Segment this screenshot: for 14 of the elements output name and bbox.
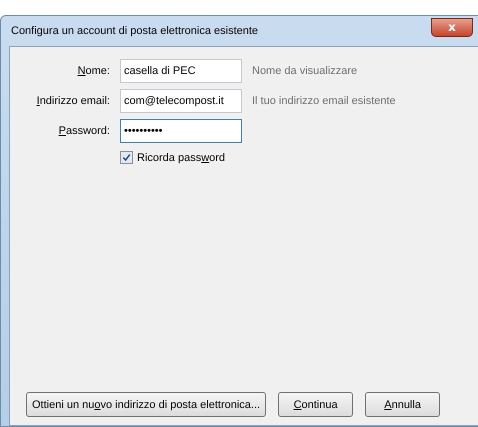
checkmark-icon [122,153,131,162]
dialog-button[interactable]: Annulla [365,392,440,417]
dialog-button[interactable]: Continua [278,392,354,417]
remember-password-checkbox[interactable]: Ricorda password [120,149,242,164]
field-label: Password: [58,125,110,137]
field-hint: Il tuo indirizzo email esistente [252,95,397,107]
field-hint: Nome da visualizzare [252,65,358,77]
input-field[interactable]: •••••••••• [120,119,242,143]
input-field[interactable]: com@telecompost.it [120,89,242,113]
window-title: Configura un account di posta elettronica esistente [10,25,258,37]
input-field[interactable]: casella di PEC [120,59,242,83]
field-label: Indirizzo email: [36,95,110,107]
field-label: Nome: [76,65,110,77]
dialog-button[interactable]: Ottieni un nuovo indirizzo di posta elettronica... [26,392,266,417]
